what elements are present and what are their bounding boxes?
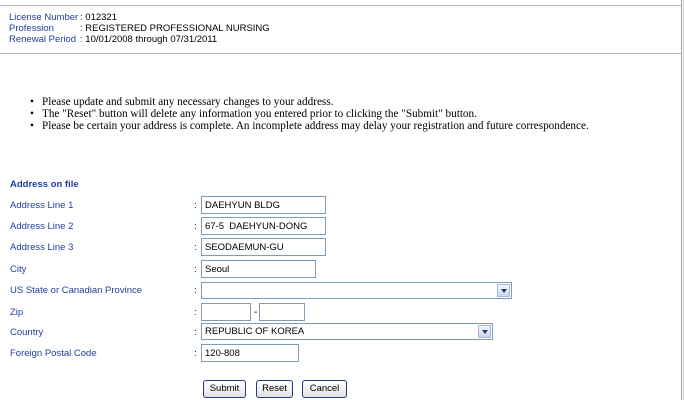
foreign-postal-code-input[interactable] xyxy=(201,344,299,362)
address-line-3-label: Address Line 3 xyxy=(10,242,74,253)
license-number-label: License Number xyxy=(9,12,79,23)
colon: : xyxy=(194,348,197,359)
profession-row: Profession: REGISTERED PROFESSIONAL NURS… xyxy=(9,23,270,34)
colon: : xyxy=(194,221,197,232)
colon: : xyxy=(194,307,197,318)
country-label: Country xyxy=(10,327,44,338)
zip-extension-input[interactable] xyxy=(259,303,305,321)
colon: : xyxy=(194,285,197,296)
license-number-row: License Number: 012321 xyxy=(9,12,117,23)
colon: : xyxy=(194,200,197,211)
license-info: License Number: 012321 Profession: REGIS… xyxy=(9,12,270,45)
form-heading: Address on file xyxy=(10,179,79,190)
foreign-postal-code-label: Foreign Postal Code xyxy=(10,348,97,359)
country-select[interactable]: REPUBLIC OF KOREA xyxy=(201,323,493,340)
zip-separator: - xyxy=(254,307,258,318)
instruction-list: Please update and submit any necessary c… xyxy=(30,96,589,132)
reset-button[interactable]: Reset xyxy=(256,380,293,398)
instruction-item: The "Reset" button will delete any infor… xyxy=(30,108,589,120)
submit-button[interactable]: Submit xyxy=(203,380,246,398)
cancel-button[interactable]: Cancel xyxy=(302,380,347,398)
chevron-down-icon[interactable] xyxy=(478,325,491,338)
city-label: City xyxy=(10,264,27,275)
zip-input[interactable] xyxy=(201,303,251,321)
instruction-item: Please be certain your address is comple… xyxy=(30,120,589,132)
address-line-1-label: Address Line 1 xyxy=(10,200,74,211)
address-line-1-input[interactable] xyxy=(201,196,326,214)
colon: : xyxy=(194,242,197,253)
top-divider xyxy=(0,5,682,6)
state-province-select[interactable] xyxy=(201,282,512,299)
colon: : xyxy=(194,264,197,275)
instruction-item: Please update and submit any necessary c… xyxy=(30,96,589,108)
header-divider xyxy=(0,53,682,54)
profession-value: REGISTERED PROFESSIONAL NURSING xyxy=(85,23,270,34)
renewal-period-label: Renewal Period xyxy=(9,34,77,45)
address-line-2-label: Address Line 2 xyxy=(10,221,74,232)
renewal-period-value: 10/01/2008 through 07/31/2011 xyxy=(85,34,218,45)
renewal-period-row: Renewal Period: 10/01/2008 through 07/31… xyxy=(9,34,218,45)
country-selected: REPUBLIC OF KOREA xyxy=(205,326,305,337)
license-number-value: 012321 xyxy=(85,12,117,23)
profession-label: Profession xyxy=(9,23,54,34)
zip-label: Zip xyxy=(10,307,24,318)
city-input[interactable] xyxy=(201,260,316,278)
address-line-2-input[interactable] xyxy=(201,217,326,235)
address-line-3-input[interactable] xyxy=(201,238,326,256)
chevron-down-icon[interactable] xyxy=(497,284,510,297)
colon: : xyxy=(194,327,197,338)
state-province-label: US State or Canadian Province xyxy=(10,285,143,296)
right-border xyxy=(681,0,682,400)
